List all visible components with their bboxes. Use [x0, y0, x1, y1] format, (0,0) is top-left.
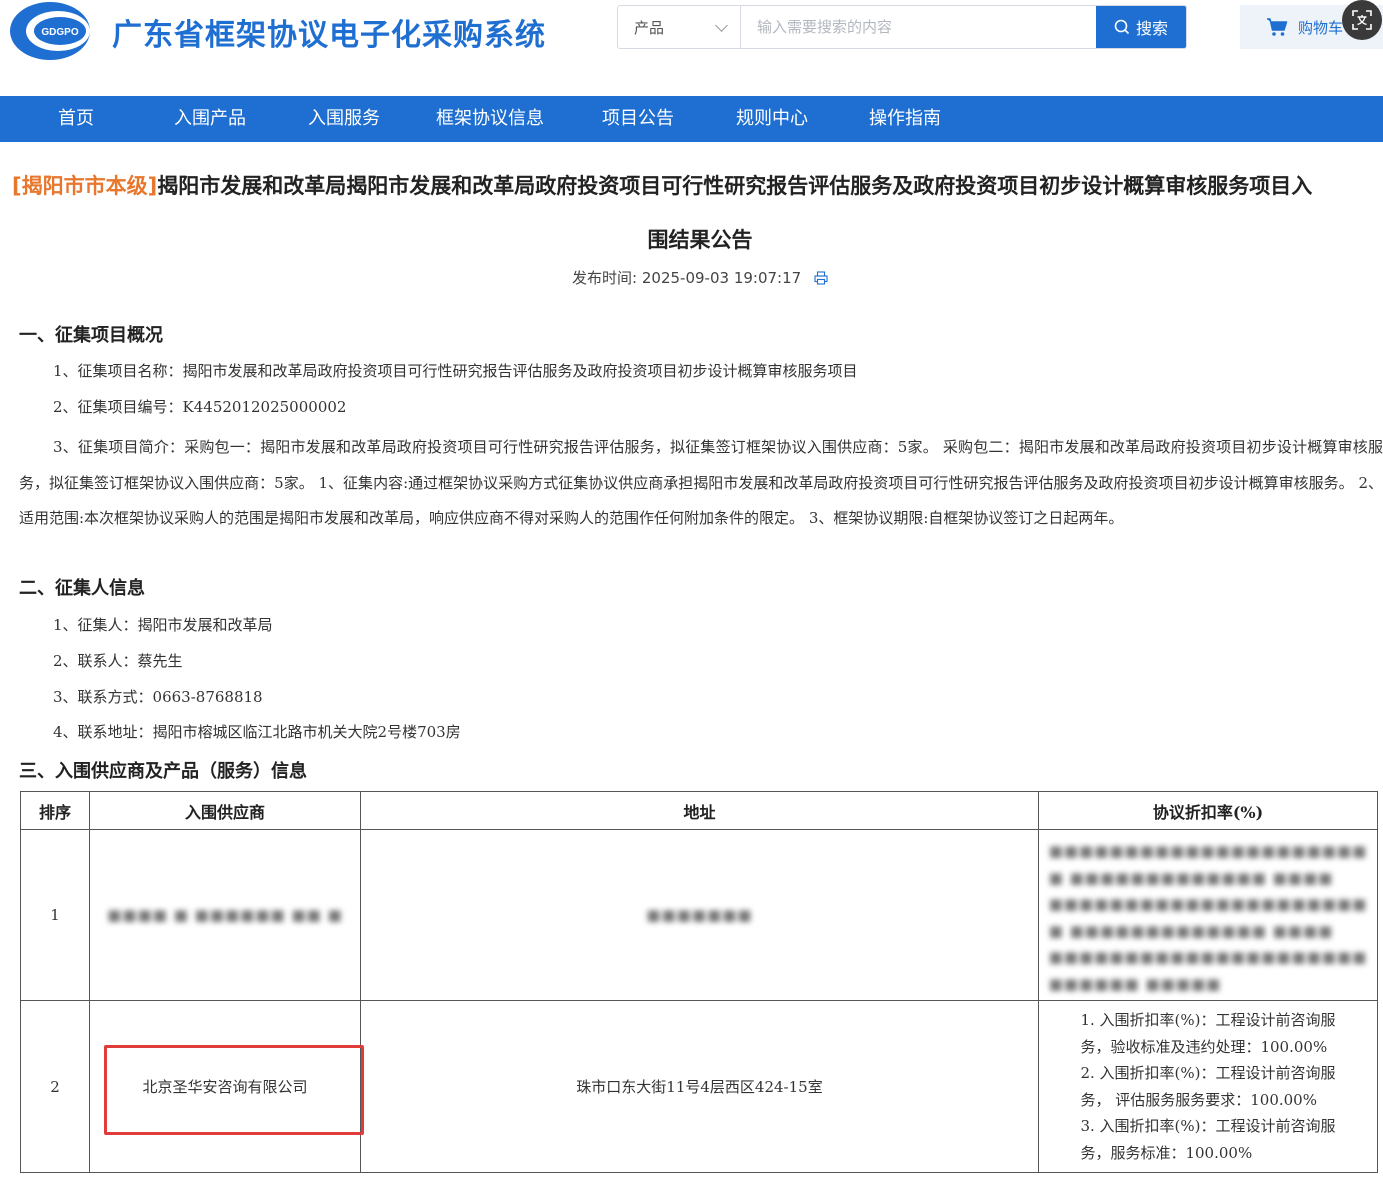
- translate-button[interactable]: [1342, 0, 1382, 40]
- title-line-2: 围结果公告: [647, 228, 753, 252]
- article-title: [揭阳市市本级]揭阳市发展和改革局揭阳市发展和改革局政府投资项目可行性研究报告评…: [12, 170, 1383, 200]
- row-address: 珠市口东大街11号4层西区424-15室: [360, 1000, 1039, 1173]
- table-row: 1 ■■■■ ■ ■■■■■■ ■■ ■ ■■■■■■■ ■■■■■■■■■■■…: [20, 829, 1378, 1001]
- rate-line: 2. 入围折扣率(%)：工程设计前咨询服: [1080, 1064, 1336, 1082]
- project-summary: 3、征集项目简介：采购包一：揭阳市发展和改革局政府投资项目可行性研究报告评估服务…: [19, 438, 1383, 528]
- site-header: GDGPO 广东省框架协议电子化采购系统 产品 搜索 购物车: [0, 0, 1383, 96]
- title-line-1: 揭阳市发展和改革局揭阳市发展和改革局政府投资项目可行性研究报告评估服务及政府投资…: [157, 174, 1313, 198]
- translate-icon: [1352, 10, 1372, 30]
- row-supplier: ■■■■ ■ ■■■■■■ ■■ ■: [89, 829, 361, 1001]
- header-supplier: 入围供应商: [89, 791, 361, 830]
- header-discount-rate: 协议折扣率(%): [1038, 791, 1378, 830]
- rate-line: ■■■■■■■■■■■■■■■■■■■■■: [1048, 842, 1368, 860]
- search-type-value: 产品: [634, 18, 665, 37]
- rate-line: ■ ■■■■■■■■■■■■■ ■■■■: [1048, 921, 1334, 940]
- contact-phone: 3、联系方式：0663-8768818: [53, 688, 263, 706]
- nav-item-guide[interactable]: 操作指南: [869, 96, 941, 142]
- supplier-highlight-box: [104, 1045, 364, 1135]
- publish-label: 发布时间:: [572, 269, 638, 287]
- blurred-supplier-name: ■■■■ ■ ■■■■■■ ■■ ■: [107, 906, 343, 924]
- section-3-heading: 三、入围供应商及产品（服务）信息: [19, 761, 307, 782]
- table-header-row: 排序 入围供应商 地址 协议折扣率(%): [20, 791, 1378, 830]
- main-nav: 首页 入围产品 入围服务 框架协议信息 项目公告 规则中心 操作指南: [0, 96, 1383, 142]
- contact-person: 2、联系人：蔡先生: [53, 652, 183, 670]
- nav-item-rules[interactable]: 规则中心: [736, 96, 808, 142]
- rate-line: ■■■■■■■■■■■■■■■■■■■■■: [1048, 895, 1368, 913]
- rate-line: 务， 评估服务服务要求：100.00%: [1080, 1090, 1317, 1109]
- search-bar: 产品 搜索: [617, 5, 1187, 49]
- nav-item-home[interactable]: 首页: [58, 96, 94, 142]
- contact-address: 4、联系地址：揭阳市榕城区临江北路市机关大院2号楼703房: [53, 723, 461, 741]
- publish-info: 发布时间: 2025-09-03 19:07:17: [0, 267, 1383, 288]
- rate-list: 1. 入围折扣率(%)：工程设计前咨询服 务，验收标准及违约处理：100.00%…: [1070, 1001, 1345, 1172]
- rate-line: ■■■■■■■■■■■■■■■■■■■■■: [1048, 948, 1368, 966]
- header-address: 地址: [360, 791, 1039, 830]
- search-type-select[interactable]: 产品: [618, 6, 741, 48]
- gdgpo-logo[interactable]: GDGPO: [8, 0, 94, 62]
- rate-line: 务，服务标准：100.00%: [1080, 1143, 1253, 1162]
- rate-line: 3. 入围折扣率(%)：工程设计前咨询服: [1080, 1117, 1336, 1135]
- row-rank: 1: [20, 829, 90, 1001]
- logo-text: GDGPO: [41, 27, 78, 38]
- print-icon[interactable]: [814, 271, 828, 285]
- nav-item-framework-info[interactable]: 框架协议信息: [436, 96, 544, 142]
- search-icon: [1114, 19, 1130, 35]
- region-tag: [揭阳市市本级]: [12, 174, 158, 198]
- chevron-down-icon: [715, 18, 728, 32]
- rate-line: 1. 入围折扣率(%)：工程设计前咨询服: [1080, 1011, 1336, 1029]
- search-input[interactable]: [741, 6, 1096, 48]
- project-name: 1、征集项目名称：揭阳市发展和改革局政府投资项目可行性研究报告评估服务及政府投资…: [53, 362, 858, 380]
- section-1-heading: 一、征集项目概况: [19, 325, 163, 346]
- section-2-heading: 二、征集人信息: [19, 578, 145, 599]
- project-number: 2、征集项目编号：K4452012025000002: [53, 398, 347, 416]
- row-rank: 2: [20, 1000, 90, 1173]
- header-rank: 排序: [20, 791, 90, 830]
- rate-line: ■ ■■■■■■■■■■■■■ ■■■■: [1048, 868, 1334, 887]
- site-title[interactable]: 广东省框架协议电子化采购系统: [112, 10, 546, 54]
- nav-item-announcements[interactable]: 项目公告: [602, 96, 674, 142]
- publish-time: 2025-09-03 19:07:17: [641, 269, 802, 287]
- rate-line: ■■■■■■ ■■■■■: [1048, 974, 1222, 993]
- blurred-rate-list: ■■■■■■■■■■■■■■■■■■■■■ ■ ■■■■■■■■■■■■■ ■■…: [1039, 830, 1378, 1003]
- cart-label: 购物车: [1298, 18, 1344, 37]
- rate-line: 务，验收标准及违约处理：100.00%: [1080, 1037, 1328, 1056]
- row-address: ■■■■■■■: [360, 829, 1039, 1001]
- row-discount-rates: ■■■■■■■■■■■■■■■■■■■■■ ■ ■■■■■■■■■■■■■ ■■…: [1038, 829, 1378, 1001]
- cart-icon: [1267, 18, 1288, 36]
- row-discount-rates: 1. 入围折扣率(%)：工程设计前咨询服 务，验收标准及违约处理：100.00%…: [1038, 1000, 1378, 1173]
- collector-name: 1、征集人：揭阳市发展和改革局: [53, 616, 273, 634]
- nav-item-products[interactable]: 入围产品: [174, 96, 246, 142]
- search-button[interactable]: 搜索: [1096, 6, 1186, 48]
- nav-item-services[interactable]: 入围服务: [308, 96, 380, 142]
- blurred-address: ■■■■■■■: [646, 906, 753, 924]
- search-button-label: 搜索: [1135, 19, 1168, 38]
